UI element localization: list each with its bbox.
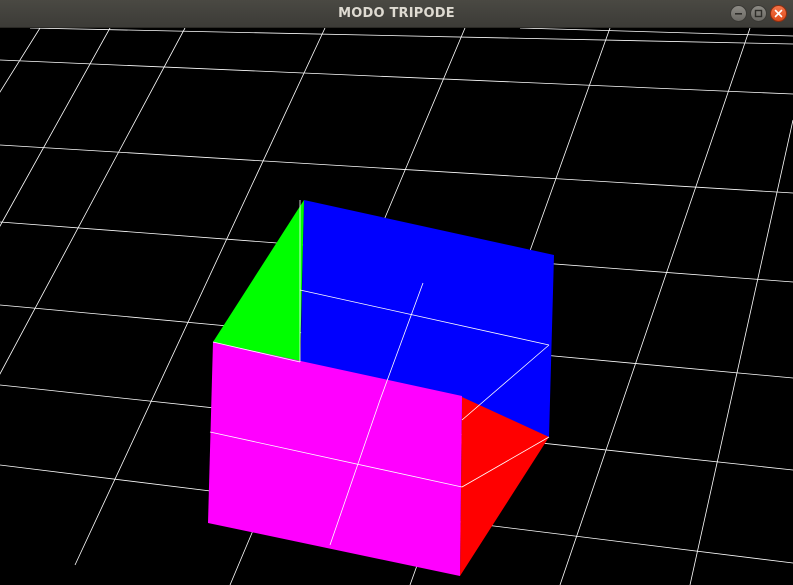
window-title: MODO TRIPODE bbox=[338, 6, 455, 21]
close-icon bbox=[774, 9, 783, 18]
3d-viewport[interactable] bbox=[0, 28, 793, 585]
maximize-icon bbox=[754, 9, 763, 18]
scene-canvas[interactable] bbox=[0, 28, 793, 585]
title-bar[interactable]: MODO TRIPODE bbox=[0, 0, 793, 28]
window-controls bbox=[730, 5, 787, 23]
close-button[interactable] bbox=[770, 5, 787, 22]
minimize-button[interactable] bbox=[730, 5, 747, 22]
minimize-icon bbox=[735, 13, 742, 15]
application-window: MODO TRIPODE bbox=[0, 0, 793, 585]
maximize-button[interactable] bbox=[750, 5, 767, 22]
